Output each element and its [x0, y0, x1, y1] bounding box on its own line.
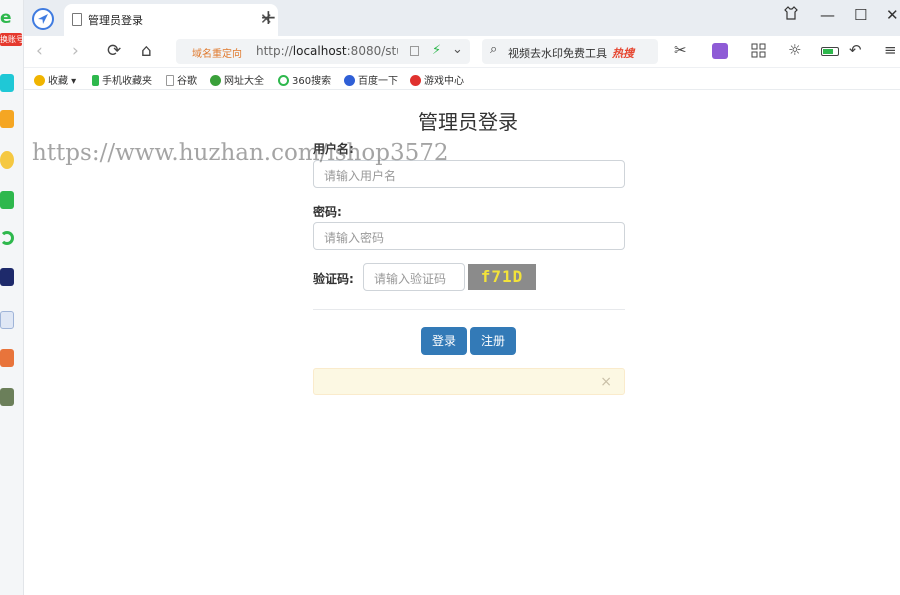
refresh-icon[interactable]: ⟳: [107, 41, 121, 61]
bookmark-hao[interactable]: 网址大全: [210, 72, 264, 87]
page-icon: [72, 13, 82, 26]
search-icon: ⌕: [490, 42, 498, 57]
minimize-button[interactable]: —: [820, 6, 835, 24]
mail-app-icon[interactable]: [0, 191, 14, 209]
reader-mode-icon[interactable]: [410, 46, 419, 56]
home-icon[interactable]: ⌂: [141, 41, 152, 61]
address-toolbar: ‹ › ⟳ ⌂ 域名重定向 http://localhost:8080/stuc…: [24, 36, 900, 68]
page-content: 管理员登录 用户名: 请输入用户名 密码: 请输入密码 验证码: 请输入验证码 …: [24, 91, 900, 595]
photo-app-icon[interactable]: [0, 388, 14, 406]
doc-app-icon[interactable]: [0, 311, 14, 329]
navigation-icon[interactable]: [32, 8, 54, 30]
weibo-app-icon[interactable]: [0, 151, 14, 169]
baidu-icon: [344, 75, 355, 86]
brightness-icon[interactable]: ☼: [788, 41, 801, 59]
bookmark-google[interactable]: 谷歌: [166, 72, 197, 87]
search-360-icon: [278, 75, 289, 86]
chevron-down-icon[interactable]: ⌄: [452, 42, 463, 57]
scissors-icon[interactable]: ✂: [674, 41, 687, 59]
close-icon[interactable]: ×: [600, 374, 612, 390]
speed-mode-icon[interactable]: ⚡: [432, 43, 441, 58]
apps-grid-icon[interactable]: [751, 43, 767, 59]
maximize-button[interactable]: ☐: [854, 6, 867, 24]
browser-logo-icon[interactable]: e: [0, 8, 16, 28]
forward-icon[interactable]: ›: [72, 41, 79, 61]
battery-icon[interactable]: [821, 47, 839, 56]
captcha-input[interactable]: 请输入验证码: [363, 263, 465, 291]
password-input[interactable]: 请输入密码: [313, 222, 625, 250]
game-app-icon[interactable]: [0, 268, 14, 286]
url-text[interactable]: http://localhost:8080/stuc: [256, 44, 398, 58]
password-label: 密码:: [313, 205, 342, 219]
shirt-icon[interactable]: [784, 6, 798, 24]
svg-text:e: e: [0, 8, 12, 26]
bookmark-games[interactable]: 游戏中心: [410, 72, 464, 87]
switch-account-badge[interactable]: 换账号: [0, 33, 22, 46]
search-box[interactable]: ⌕ 视频去水印免费工具 热搜: [482, 39, 658, 64]
back-icon[interactable]: ‹: [36, 41, 43, 61]
bookmark-favorites[interactable]: 收藏 ▾: [34, 72, 76, 87]
divider: [313, 309, 625, 310]
bookmark-360[interactable]: 360搜索: [278, 72, 331, 87]
star-icon: [34, 75, 45, 86]
left-app-sidebar: e 换账号: [0, 0, 24, 595]
hot-search-label[interactable]: 热搜: [612, 45, 634, 61]
translate-icon[interactable]: [712, 43, 728, 59]
captcha-label: 验证码:: [313, 272, 354, 286]
search-suggestion[interactable]: 视频去水印免费工具: [508, 45, 607, 61]
alert-box: ×: [313, 368, 625, 395]
hao-icon: [210, 75, 221, 86]
link-app-icon[interactable]: [0, 231, 14, 245]
watermark-text: https://www.huzhan.com/ishop3572: [32, 140, 449, 166]
menu-icon[interactable]: ≡: [884, 41, 897, 59]
new-tab-button[interactable]: +: [260, 5, 277, 29]
tab-title: 管理员登录: [88, 14, 143, 27]
redirect-label: 域名重定向: [192, 49, 242, 60]
tab-active[interactable]: 管理员登录 ✕: [64, 4, 278, 36]
bookmarks-bar: 收藏 ▾ 手机收藏夹 谷歌 网址大全 360搜索 百度一下 游戏中心: [24, 68, 900, 90]
close-window-button[interactable]: ✕: [886, 6, 899, 24]
plus-app-icon[interactable]: [0, 74, 14, 92]
page-icon: [166, 75, 174, 86]
bookmark-baidu[interactable]: 百度一下: [344, 72, 398, 87]
phone-icon: [92, 75, 99, 86]
login-button[interactable]: 登录: [421, 327, 467, 355]
tab-strip: 管理员登录 ✕ + — ☐ ✕: [24, 0, 900, 36]
captcha-image[interactable]: f71D: [468, 264, 536, 290]
page-title: 管理员登录: [418, 110, 518, 134]
undo-icon[interactable]: ↶: [849, 41, 862, 59]
address-bar[interactable]: 域名重定向 http://localhost:8080/stuc ⚡ ⌄: [176, 39, 470, 64]
game-center-icon: [410, 75, 421, 86]
register-button[interactable]: 注册: [470, 327, 516, 355]
bookmark-mobile[interactable]: 手机收藏夹: [92, 72, 152, 87]
shop-app-icon[interactable]: [0, 349, 14, 367]
star-app-icon[interactable]: [0, 110, 14, 128]
